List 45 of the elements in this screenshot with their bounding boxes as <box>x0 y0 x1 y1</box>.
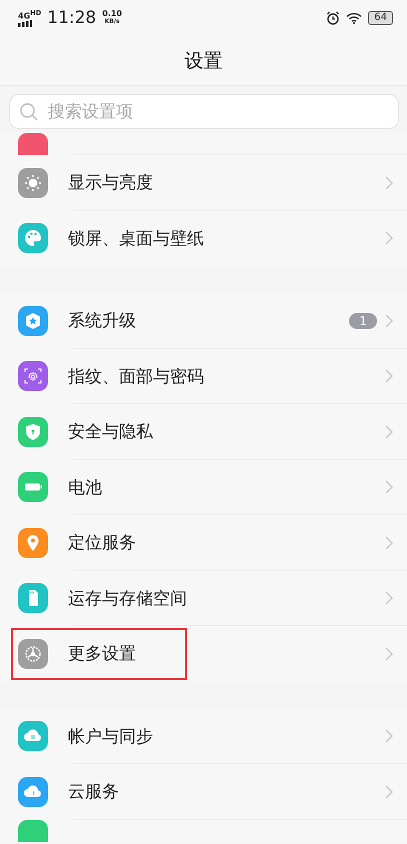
chevron-icon <box>385 784 393 799</box>
battery-icon <box>18 472 48 502</box>
settings-row[interactable]: 指纹、面部与密码 <box>0 348 407 404</box>
chevron-icon <box>385 729 393 744</box>
cube-icon <box>18 306 48 336</box>
count-badge: 1 <box>349 312 377 329</box>
settings-row[interactable]: 更多设置 <box>0 626 407 682</box>
search-field[interactable]: 搜索设置项 <box>9 94 399 129</box>
chevron-icon <box>385 536 393 550</box>
settings-row[interactable]: 云服务 <box>0 764 407 820</box>
settings-row[interactable]: 运存与存储空间 <box>0 570 407 626</box>
chevron-icon <box>385 369 393 384</box>
cloud-icon <box>18 776 48 807</box>
network-speed: 0.10 <box>102 10 122 18</box>
app-icon <box>18 820 48 842</box>
chevron-icon <box>385 591 393 606</box>
settings-row[interactable]: 系统升级 1 <box>0 293 407 348</box>
chevron-icon <box>385 646 393 661</box>
palette-icon <box>18 223 48 254</box>
settings-row[interactable]: 电池 <box>0 460 407 515</box>
clock: 11:28 <box>47 8 96 28</box>
battery-level: 64 <box>368 11 393 25</box>
fingerprint-icon <box>18 361 48 392</box>
chevron-icon <box>385 424 393 439</box>
sun-icon <box>18 168 48 198</box>
chevron-icon <box>385 176 393 190</box>
alarm-icon <box>326 11 340 25</box>
network-type: 4G$^{HD}$ <box>18 8 42 20</box>
wifi-icon <box>346 12 362 24</box>
cloud-sync-icon <box>18 721 48 752</box>
settings-row[interactable]: 显示与亮度 <box>0 155 407 210</box>
shield-icon <box>18 416 48 447</box>
sd-card-icon <box>18 583 48 614</box>
settings-row[interactable]: 安全与隐私 <box>0 404 407 460</box>
chevron-icon <box>385 231 393 246</box>
gear-icon <box>18 638 48 669</box>
page-title: 设置 <box>184 48 222 74</box>
chevron-icon <box>385 314 393 328</box>
settings-row[interactable]: 定位服务 <box>0 515 407 570</box>
chevron-icon <box>385 480 393 494</box>
search-icon <box>19 102 39 122</box>
settings-row[interactable]: 帐户与同步 <box>0 708 407 764</box>
settings-row[interactable]: 锁屏、桌面与壁纸 <box>0 210 407 266</box>
pin-icon <box>18 528 48 558</box>
signal-icon <box>18 20 32 28</box>
